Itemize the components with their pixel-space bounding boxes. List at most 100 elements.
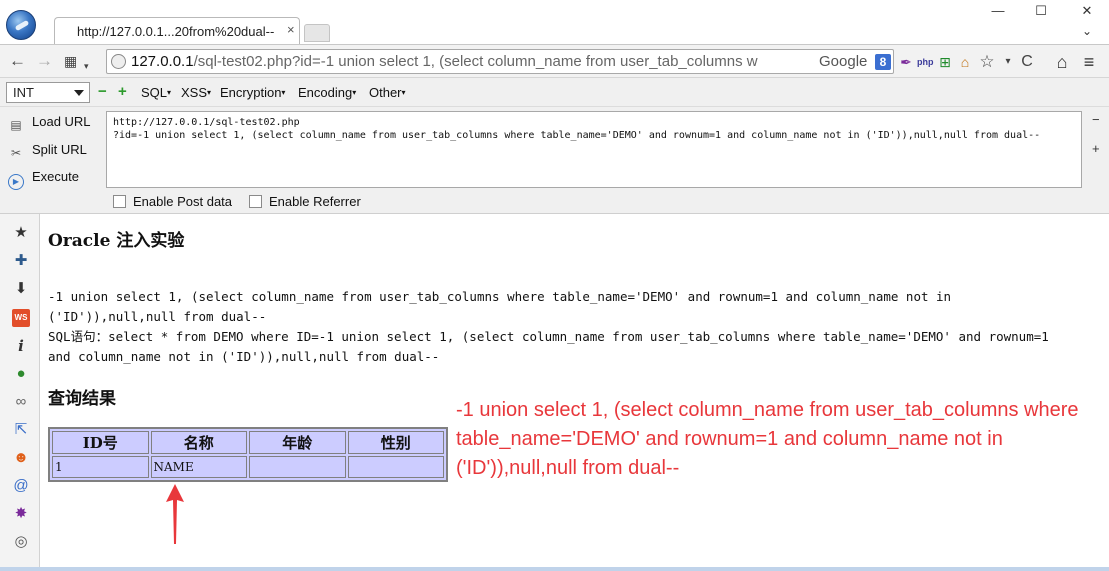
textarea-shrink-icon[interactable]: − <box>1092 112 1100 127</box>
column-header-gender: 性别 <box>347 431 444 454</box>
menu-encoding-label: Encoding <box>298 85 353 100</box>
enable-referrer-checkbox[interactable]: Enable Referrer <box>249 194 361 209</box>
menu-encryption[interactable]: Encryption▾ <box>220 85 285 100</box>
tab-close-icon[interactable]: × <box>287 22 295 37</box>
load-url-button[interactable]: ▤ Load URL <box>8 114 91 134</box>
scissors-icon: ✂ <box>10 146 22 160</box>
new-tab-button[interactable] <box>304 24 330 42</box>
bookmark-star-icon[interactable]: ☆ <box>979 53 995 70</box>
table-cell-age <box>249 456 346 478</box>
url-host: 127.0.0.1 <box>131 53 194 70</box>
execute-button[interactable]: ▶ Execute <box>8 169 79 190</box>
menu-sql[interactable]: SQL▾ <box>141 85 171 100</box>
feather-icon[interactable]: ✒ <box>898 54 914 70</box>
face-icon[interactable]: ☻ <box>12 449 30 467</box>
red-arrow-icon <box>166 484 184 544</box>
type-select-value: INT <box>13 85 34 100</box>
enable-referrer-label: Enable Referrer <box>269 194 361 209</box>
table-row: 1 NAME <box>52 456 444 478</box>
reload-icon[interactable]: C <box>1019 54 1035 70</box>
close-window-button[interactable]: ✕ <box>1077 3 1097 21</box>
hackbar-panel: ▤ Load URL ✂ Split URL ▶ Execute http://127… <box>0 107 1109 214</box>
status-strip <box>0 567 1109 571</box>
sidebar: ★ ✚ ⬇ WS i ● ∞ ⇱ ☻ @ ✸ ◎ <box>0 214 40 571</box>
increase-icon[interactable]: + <box>118 83 127 100</box>
play-icon: ▶ <box>8 174 24 190</box>
type-select[interactable]: INT <box>6 82 90 103</box>
menu-other-label: Other <box>369 85 402 100</box>
globe-icon <box>111 54 126 69</box>
url-path: /sql-test02.php?id=-1 union select 1, (s… <box>193 53 758 70</box>
decrease-icon[interactable]: − <box>98 83 107 100</box>
back-arrow-icon[interactable]: ← <box>9 51 26 71</box>
menu-xss-label: XSS <box>181 85 208 100</box>
menu-xss[interactable]: XSS▾ <box>181 85 211 100</box>
annotation-text: -1 union select 1, (select column_name f… <box>456 399 1079 479</box>
results-table: ID号 名称 年龄 性别 1 NAME <box>48 427 448 482</box>
page-content: Oracle 注入实验 -1 union select 1, (select c… <box>40 214 1109 571</box>
tab-list-chevron-icon[interactable]: ⌄ <box>1077 24 1097 42</box>
column-header-name: 名称 <box>150 431 247 454</box>
green-ball-icon[interactable]: ● <box>12 365 30 383</box>
star-icon[interactable]: ★ <box>12 224 30 242</box>
textarea-grow-icon[interactable]: + <box>1092 141 1100 156</box>
execute-label: Execute <box>32 169 79 184</box>
table-cell-id: 1 <box>52 456 149 478</box>
sql-statement: SQL语句：select * from DEMO where ID=-1 uni… <box>48 329 1049 364</box>
column-header-age: 年龄 <box>249 431 346 454</box>
download-icon[interactable]: ⬇ <box>12 280 30 298</box>
split-url-label: Split URL <box>32 142 87 157</box>
forward-arrow-icon[interactable]: → <box>36 51 53 71</box>
split-url-button[interactable]: ✂ Split URL <box>8 142 87 162</box>
table-cell-name: NAME <box>150 456 247 478</box>
maximize-button[interactable]: ☐ <box>1031 3 1051 21</box>
dropdown-arrow-icon[interactable]: ▾ <box>84 56 89 76</box>
menu-sql-label: SQL <box>141 85 168 100</box>
swirl-icon[interactable]: @ <box>12 477 30 495</box>
burst-icon[interactable]: ✸ <box>12 505 30 523</box>
menu-encryption-label: Encryption <box>220 85 282 100</box>
hackbar-toolbar: INT − + SQL▾ XSS▾ Encryption▾ Encoding▾ … <box>0 78 1109 107</box>
browser-logo-icon[interactable] <box>6 10 36 40</box>
results-title: 查询结果 <box>48 389 116 409</box>
page-title: Oracle 注入实验 <box>48 231 185 251</box>
url-input[interactable]: 127.0.0.1/sql-test02.php?id=-1 union sel… <box>131 53 819 70</box>
enable-post-checkbox[interactable]: Enable Post data <box>113 194 232 209</box>
tab-grid-icon[interactable]: ▦ <box>64 51 77 71</box>
column-header-id: ID号 <box>52 431 149 454</box>
checkbox-box <box>113 195 126 208</box>
menu-encoding[interactable]: Encoding▾ <box>298 85 356 100</box>
textarea-line-query: ?id=-1 union select 1, (select column_na… <box>113 130 1041 141</box>
chain-icon[interactable]: ∞ <box>12 393 30 411</box>
url-textarea[interactable]: http://127.0.0.1/sql-test02.php ?id=-1 u… <box>106 111 1082 188</box>
search-engine-label[interactable]: Google <box>819 53 867 70</box>
navigation-bar: ← → ▦ ▾ 127.0.0.1/sql-test02.php?id=-1 u… <box>0 44 1109 78</box>
enable-post-label: Enable Post data <box>133 194 233 209</box>
table-cell-gender <box>347 456 444 478</box>
puzzle-icon[interactable]: ✚ <box>12 252 30 270</box>
menu-icon[interactable]: ≡ <box>1081 53 1097 71</box>
table-header-row: ID号 名称 年龄 性别 <box>52 431 444 454</box>
load-url-label: Load URL <box>32 114 91 129</box>
info-icon[interactable]: i <box>12 337 30 355</box>
home-icon[interactable]: ⌂ <box>1054 53 1070 71</box>
home-extension-icon[interactable]: ⌂ <box>957 54 973 70</box>
url-bar[interactable]: 127.0.0.1/sql-test02.php?id=-1 union sel… <box>106 49 894 74</box>
textarea-line-url: http://127.0.0.1/sql-test02.php <box>113 117 300 128</box>
title-bar: http://127.0.0.1...20from%20dual-- × — ☐… <box>0 0 1109 45</box>
minimize-button[interactable]: — <box>988 3 1008 21</box>
search-engine-badge-icon[interactable]: 8 <box>875 54 891 70</box>
windows-icon[interactable]: ⊞ <box>937 54 953 70</box>
select-arrow-icon <box>74 90 84 96</box>
tab-title: http://127.0.0.1...20from%20dual-- <box>77 24 275 39</box>
palette-icon[interactable]: ◎ <box>12 533 30 551</box>
ws-icon[interactable]: WS <box>12 309 30 327</box>
tab-active[interactable]: http://127.0.0.1...20from%20dual-- × <box>54 17 300 45</box>
checkbox-box <box>249 195 262 208</box>
query-echo: -1 union select 1, (select column_name f… <box>48 289 952 324</box>
load-url-icon: ▤ <box>10 118 22 132</box>
menu-other[interactable]: Other▾ <box>369 85 406 100</box>
pointer-icon[interactable]: ⇱ <box>12 421 30 439</box>
php-icon[interactable]: php <box>917 54 934 70</box>
bookmark-dropdown-icon[interactable]: ▾ <box>1000 54 1016 70</box>
